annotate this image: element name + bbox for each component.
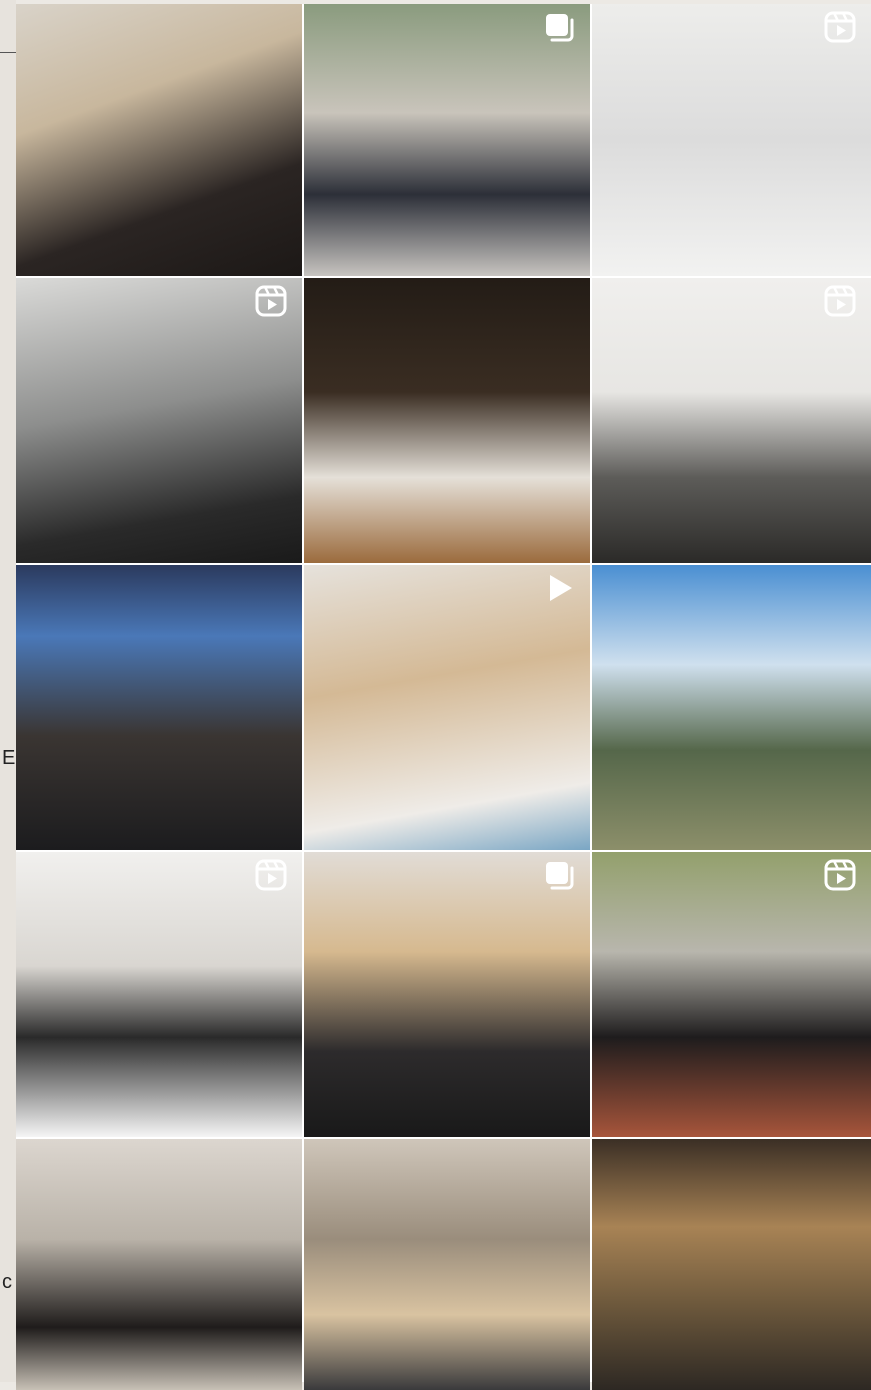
post-tile[interactable] [592,1139,871,1390]
play-icon [542,571,576,605]
reel-icon [823,284,857,318]
post-tile[interactable] [304,278,590,563]
post-tile[interactable] [16,1139,302,1390]
post-tile[interactable] [592,278,871,563]
carousel-icon [542,10,576,44]
post-grid [16,4,871,1390]
page-edge: E c [0,0,16,1382]
edge-text-fragment: E [2,747,16,769]
post-tile[interactable] [592,565,871,850]
divider [0,52,16,53]
reel-icon [254,284,288,318]
post-tile[interactable] [592,852,871,1137]
post-tile[interactable] [16,278,302,563]
post-tile[interactable] [16,852,302,1137]
reel-icon [254,858,288,892]
reel-icon [823,858,857,892]
post-tile[interactable] [16,565,302,850]
post-tile[interactable] [304,565,590,850]
edge-text-fragment: c [2,1271,12,1293]
reel-icon [823,10,857,44]
post-tile[interactable] [304,4,590,276]
post-tile[interactable] [304,1139,590,1390]
post-tile[interactable] [592,4,871,276]
post-tile[interactable] [16,4,302,276]
post-tile[interactable] [304,852,590,1137]
carousel-icon [542,858,576,892]
